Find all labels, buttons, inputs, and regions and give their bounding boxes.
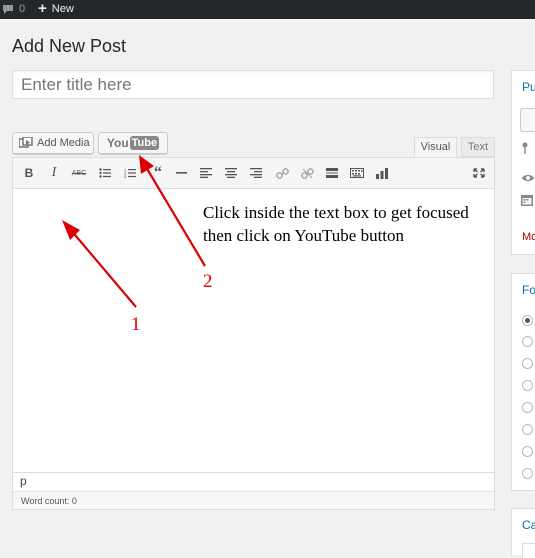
save-draft-button[interactable] — [520, 108, 535, 132]
format-radio-standard[interactable] — [522, 315, 533, 326]
format-radio[interactable] — [522, 468, 533, 479]
publish-metabox: Pu Mo — [511, 70, 535, 255]
format-metabox: Fo — [511, 273, 535, 491]
categories-metabox: Ca — [511, 508, 535, 558]
categories-title: Ca — [522, 518, 535, 532]
format-radio[interactable] — [522, 446, 533, 457]
pin-icon — [522, 141, 528, 154]
publish-title: Pu — [522, 80, 535, 94]
move-to-trash-link[interactable]: Mo — [522, 231, 535, 243]
eye-icon — [521, 170, 535, 181]
calendar-icon — [521, 193, 533, 206]
format-radio[interactable] — [522, 402, 533, 413]
format-radio[interactable] — [522, 336, 533, 347]
format-radio[interactable] — [522, 380, 533, 391]
annotation-arrows — [62, 155, 206, 308]
format-title: Fo — [522, 283, 535, 297]
categories-tab-all[interactable] — [522, 543, 535, 558]
format-radio[interactable] — [522, 358, 533, 369]
format-radio[interactable] — [522, 424, 533, 435]
arrow-1 — [62, 220, 137, 308]
tab-visual[interactable]: Visual — [414, 137, 457, 157]
arrow-2 — [139, 155, 206, 267]
